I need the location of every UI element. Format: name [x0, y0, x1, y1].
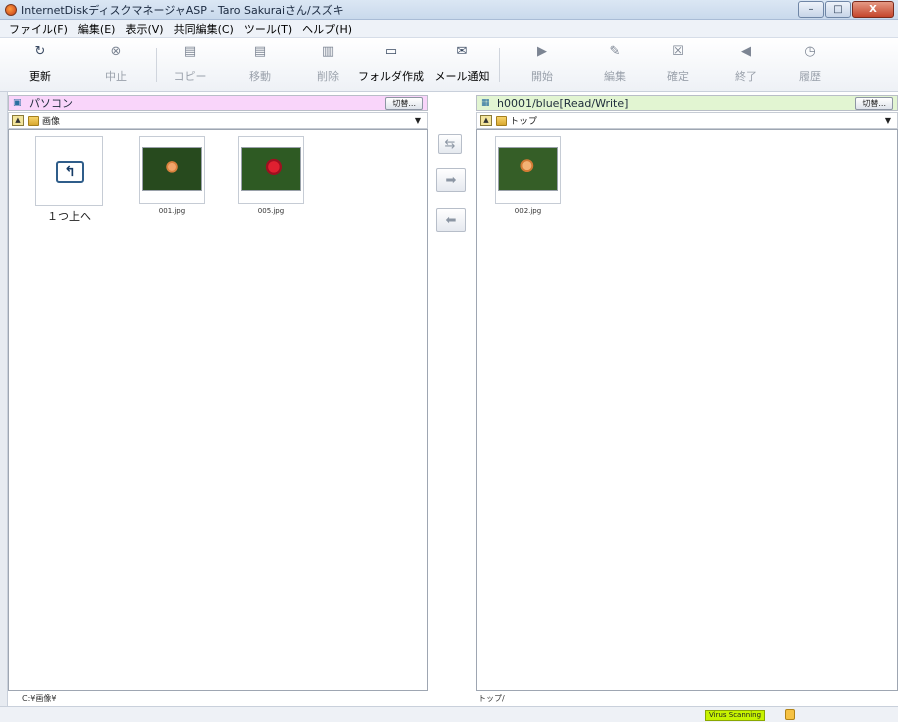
remote-panel-header: ▦ h0001/blue[Read/Write] 切替...	[476, 95, 898, 111]
stop-icon: ⊗	[110, 44, 122, 59]
mail-notify-label: メール通知	[434, 70, 490, 83]
local-file-pane[interactable]: ↰ １つ上へ 001.jpg 005.jpg	[8, 129, 428, 691]
stop-button[interactable]: ⊗ 中止	[86, 42, 146, 88]
close-button[interactable]: X	[852, 1, 894, 18]
remote-footer-path: トップ/	[478, 694, 505, 703]
window-controls: – □ X	[798, 1, 894, 18]
menu-tools[interactable]: ツール(T)	[239, 21, 297, 37]
copy-label: コピー	[173, 70, 207, 83]
menu-view[interactable]: 表示(V)	[120, 21, 168, 37]
new-folder-label: フォルダ作成	[358, 70, 424, 83]
file-thumb-001[interactable]	[139, 136, 205, 204]
chevron-down-icon[interactable]: ▼	[415, 116, 421, 125]
history-button[interactable]: ◷ 履歴	[780, 42, 840, 88]
confirm-button[interactable]: ☒ 確定	[648, 42, 708, 88]
local-panel-header: ▣ パソコン 切替...	[8, 95, 428, 111]
start-label: 開始	[531, 70, 553, 83]
start-button[interactable]: ▶ 開始	[512, 42, 572, 88]
end-label: 終了	[735, 70, 757, 83]
confirm-label: 確定	[667, 70, 689, 83]
folder-icon	[496, 115, 507, 126]
up-folder-small-icon[interactable]: ▲	[480, 115, 492, 126]
sync-icon: ⇆	[444, 136, 456, 152]
up-folder-item[interactable]: ↰	[35, 136, 103, 206]
delete-label: 削除	[317, 70, 339, 83]
history-icon: ◷	[804, 44, 816, 59]
virus-scanning-badge: Virus Scanning	[705, 710, 766, 721]
remote-path-select[interactable]: ▲ トップ ▼	[476, 112, 898, 129]
new-folder-button[interactable]: ▭ フォルダ作成	[353, 42, 429, 88]
mail-notify-icon: ✉	[456, 44, 468, 59]
folder-icon	[28, 115, 39, 126]
end-icon: ◀	[741, 44, 751, 59]
thumbnail-image	[498, 147, 558, 191]
stop-label: 中止	[105, 70, 127, 83]
chevron-down-icon[interactable]: ▼	[885, 116, 891, 125]
file-thumb-002[interactable]	[495, 136, 561, 204]
up-folder-icon: ↰	[56, 161, 84, 183]
refresh-label: 更新	[29, 70, 51, 83]
up-folder-label: １つ上へ	[47, 210, 91, 223]
local-path-text: 画像	[42, 117, 61, 127]
new-folder-icon: ▭	[384, 44, 398, 59]
up-folder-small-icon[interactable]: ▲	[12, 115, 24, 126]
history-label: 履歴	[799, 70, 821, 83]
computer-icon: ▣	[13, 98, 22, 108]
arrow-left-icon: ⬅	[445, 212, 457, 228]
window-title: InternetDiskディスクマネージャASP - Taro Sakuraiさ…	[21, 3, 344, 17]
move-icon: ▤	[253, 44, 267, 59]
left-edge	[0, 92, 8, 706]
local-panel-title: パソコン	[29, 97, 73, 110]
refresh-button[interactable]: ↻ 更新	[10, 42, 70, 88]
local-switch-button[interactable]: 切替...	[385, 97, 423, 110]
edit-button[interactable]: ✎ 編集	[585, 42, 645, 88]
menu-file[interactable]: ファイル(F)	[4, 21, 73, 37]
move-label: 移動	[249, 70, 271, 83]
toolbar: ↻ 更新 ⊗ 中止 ▤ コピー ▤ 移動 ▥ 削除 ▭ フォルダ作成 ✉ メール…	[0, 38, 898, 92]
menu-help[interactable]: ヘルプ(H)	[297, 21, 357, 37]
status-bar: Virus Scanning	[0, 706, 898, 722]
remote-panel-title: h0001/blue[Read/Write]	[497, 96, 629, 110]
copy-icon: ▤	[183, 44, 197, 59]
end-button[interactable]: ◀ 終了	[716, 42, 776, 88]
edit-icon: ✎	[609, 44, 621, 59]
file-label-005: 005.jpg	[257, 207, 285, 215]
menu-bar: ファイル(F) 編集(E) 表示(V) 共同編集(C) ツール(T) ヘルプ(H…	[0, 20, 898, 38]
edit-label: 編集	[604, 70, 626, 83]
thumbnail-image	[142, 147, 202, 191]
menu-collab[interactable]: 共同編集(C)	[169, 21, 239, 37]
server-icon: ▦	[481, 98, 490, 108]
confirm-icon: ☒	[672, 44, 684, 59]
remote-file-pane[interactable]: 002.jpg	[476, 129, 898, 691]
minimize-button[interactable]: –	[798, 1, 824, 18]
maximize-button[interactable]: □	[825, 1, 851, 18]
menu-edit[interactable]: 編集(E)	[73, 21, 121, 37]
remote-path-text: トップ	[510, 117, 538, 127]
start-icon: ▶	[537, 44, 547, 59]
app-icon	[5, 3, 17, 16]
lock-icon	[785, 709, 795, 720]
trash-icon: ▥	[321, 44, 335, 59]
move-button[interactable]: ▤ 移動	[230, 42, 290, 88]
copy-button[interactable]: ▤ コピー	[160, 42, 220, 88]
toolbar-separator	[156, 48, 157, 82]
local-path-select[interactable]: ▲ 画像 ▼	[8, 112, 428, 129]
local-footer-path: C:¥画像¥	[22, 694, 57, 703]
toolbar-separator	[499, 48, 500, 82]
refresh-icon: ↻	[34, 44, 46, 59]
file-label-002: 002.jpg	[514, 207, 542, 215]
file-thumb-005[interactable]	[238, 136, 304, 204]
arrow-right-icon: ➡	[445, 172, 457, 188]
delete-button[interactable]: ▥ 削除	[298, 42, 358, 88]
file-label-001: 001.jpg	[158, 207, 186, 215]
thumbnail-image	[241, 147, 301, 191]
mail-notify-button[interactable]: ✉ メール通知	[428, 42, 496, 88]
download-button[interactable]: ⬅	[436, 208, 466, 232]
upload-button[interactable]: ➡	[436, 168, 466, 192]
remote-switch-button[interactable]: 切替...	[855, 97, 893, 110]
sync-button[interactable]: ⇆	[438, 134, 462, 154]
title-bar: InternetDiskディスクマネージャASP - Taro Sakuraiさ…	[0, 0, 898, 20]
